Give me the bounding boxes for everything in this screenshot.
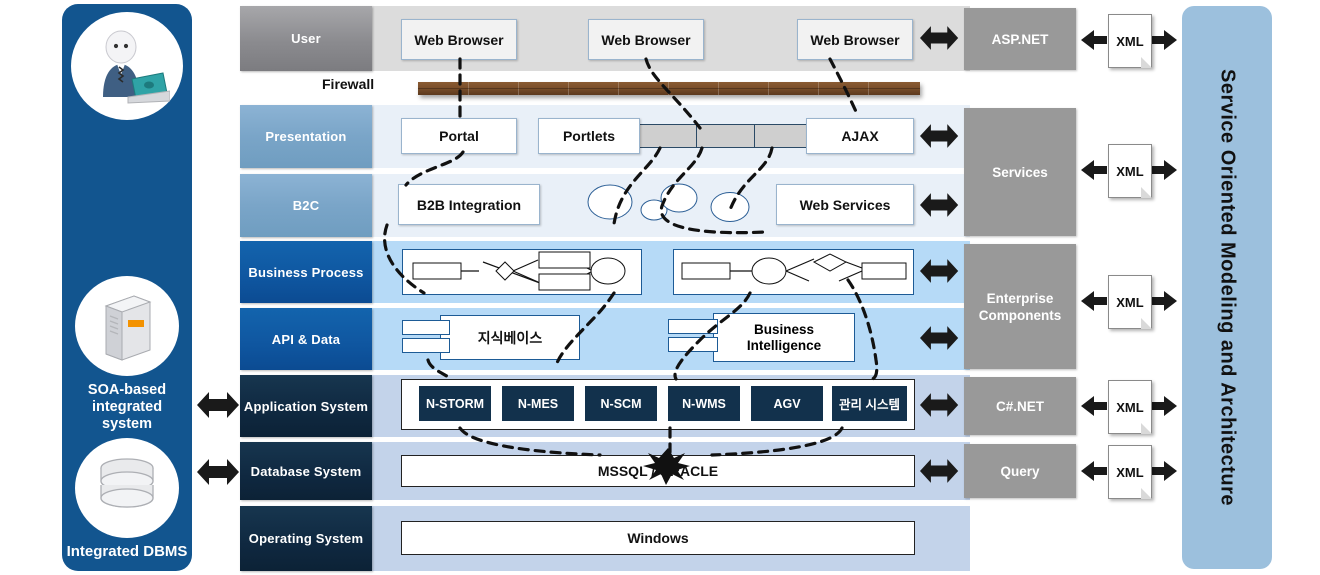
service-aspnet[interactable]: ASP.NET <box>964 8 1076 70</box>
enterprise-label-line1: Enterprise <box>986 290 1054 306</box>
knowledge-base-tab-1 <box>402 320 450 335</box>
knowledge-base-tab-2 <box>402 338 450 353</box>
arrow-api-to-enterprise <box>920 320 960 361</box>
bi-tab-1 <box>668 319 718 334</box>
arrow-b2c-to-services <box>920 187 960 228</box>
layer-chip-database-system[interactable]: Database System <box>240 442 372 500</box>
layer-chip-b2c[interactable]: B2C <box>240 174 372 237</box>
app-n-scm[interactable]: N-SCM <box>585 386 657 421</box>
arrow-business-to-enterprise <box>920 253 960 294</box>
app-n-mes[interactable]: N-MES <box>502 386 574 421</box>
web-services-node[interactable]: Web Services <box>776 184 914 225</box>
soa-label-line3: system <box>102 416 152 432</box>
database-icon <box>75 438 179 538</box>
service-csharp-net[interactable]: C#.NET <box>964 377 1076 435</box>
layer-chip-business-process[interactable]: Business Process <box>240 241 372 303</box>
portlet-segment-group <box>638 124 813 148</box>
portlets-node[interactable]: Portlets <box>538 118 640 154</box>
xml-document-2[interactable]: XML <box>1108 144 1152 198</box>
app-agv[interactable]: AGV <box>751 386 823 421</box>
web-browser-1[interactable]: Web Browser <box>401 19 517 60</box>
arrow-presentation-to-services <box>920 118 960 159</box>
firewall-label: Firewall <box>322 76 375 92</box>
left-rail-panel: SOA-based integrated system Integrated D… <box>62 4 192 571</box>
layer-chip-user[interactable]: User <box>240 6 372 71</box>
web-browser-2[interactable]: Web Browser <box>588 19 704 60</box>
bi-label-line2: Intelligence <box>746 337 822 353</box>
xml-document-1[interactable]: XML <box>1108 14 1152 68</box>
portal-node[interactable]: Portal <box>401 118 517 154</box>
enterprise-label-line2: Components <box>978 307 1062 323</box>
app-n-wms[interactable]: N-WMS <box>668 386 740 421</box>
service-services[interactable]: Services <box>964 108 1076 236</box>
business-process-flow-2[interactable] <box>673 249 914 295</box>
layer-chip-api-data[interactable]: API & Data <box>240 308 372 370</box>
arrow-database-to-query <box>920 453 960 494</box>
arrow-application-to-csharp <box>920 387 960 428</box>
arrow-soa-to-application <box>196 385 240 428</box>
app-management-system[interactable]: 관리 시스템 <box>832 386 907 421</box>
service-enterprise-components[interactable]: Enterprise Components <box>964 244 1076 369</box>
xml-document-4[interactable]: XML <box>1108 380 1152 434</box>
ajax-node[interactable]: AJAX <box>806 118 914 154</box>
business-intelligence-node[interactable]: Business Intelligence <box>713 313 855 362</box>
portlet-segment-2[interactable] <box>696 124 757 148</box>
web-browser-3[interactable]: Web Browser <box>797 19 913 60</box>
xml-document-5[interactable]: XML <box>1108 445 1152 499</box>
layer-chip-application-system[interactable]: Application System <box>240 375 372 437</box>
xml-document-3[interactable]: XML <box>1108 275 1152 329</box>
business-process-flow-1[interactable] <box>402 249 642 295</box>
soa-rail-label: SOA-based integrated system <box>62 382 192 433</box>
portlet-segment-3[interactable] <box>754 124 813 148</box>
layer-chip-operating-system[interactable]: Operating System <box>240 506 372 571</box>
portlet-segment-1[interactable] <box>638 124 699 148</box>
soma-banner: Service Oriented Modeling and Architectu… <box>1182 6 1272 569</box>
service-bubble-group <box>587 183 750 222</box>
bi-tab-2 <box>668 337 718 352</box>
dbms-rail-label: Integrated DBMS <box>66 543 188 560</box>
b2b-integration-node[interactable]: B2B Integration <box>398 184 540 225</box>
arrow-user-to-aspnet <box>920 20 960 61</box>
layer-chip-presentation[interactable]: Presentation <box>240 105 372 168</box>
database-node[interactable]: MSSQL / ORACLE <box>401 455 915 487</box>
service-query[interactable]: Query <box>964 444 1076 498</box>
soma-banner-text: Service Oriented Modeling and Architectu… <box>1216 68 1239 507</box>
soa-label-line1: SOA-based <box>87 382 167 398</box>
knowledge-base-node[interactable]: 지식베이스 <box>440 315 580 360</box>
firewall-bar-icon <box>418 82 920 95</box>
operating-system-node[interactable]: Windows <box>401 521 915 555</box>
bi-label-line1: Business <box>753 321 815 337</box>
user-avatar-icon <box>71 12 183 120</box>
soa-label-line2: integrated <box>91 399 163 415</box>
app-n-storm[interactable]: N-STORM <box>419 386 491 421</box>
arrow-dbms-to-database <box>196 452 240 495</box>
server-icon <box>75 276 179 376</box>
